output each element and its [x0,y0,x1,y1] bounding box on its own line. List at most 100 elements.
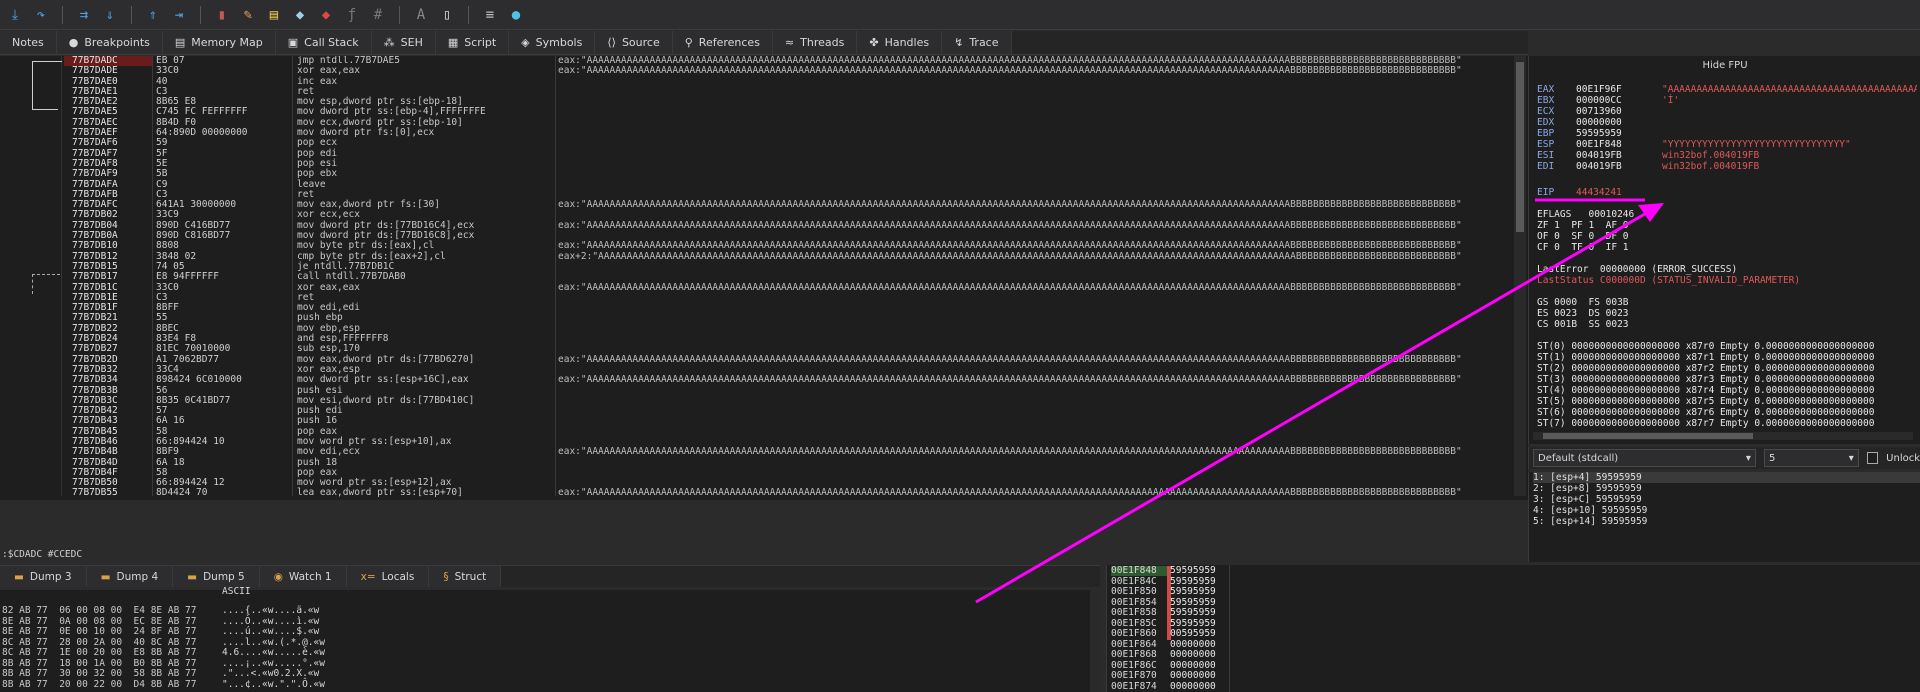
tab-watch-1[interactable]: ◉ Watch 1 [259,566,347,587]
watch-icon: ◉ [273,570,283,583]
tab-label: Dump 3 [29,570,72,583]
info-line: :$CDADC #CCEDC [2,549,83,560]
tab-label: Memory Map [191,36,263,49]
main-tabs: Notes ● Breakpoints ▤ Memory Map ▣ Call Stack ⁂… [0,31,1528,55]
arg-count-spinner[interactable]: 5 ▾ [1763,449,1859,467]
dump-vertical-scrollbar[interactable] [1090,590,1100,692]
document-icon[interactable]: ▯ [438,6,456,24]
stack-argument-row[interactable]: 2: [esp+8] 59595959 [1533,483,1920,494]
tab-breakpoints[interactable]: ● Breakpoints [56,31,163,54]
tab-script[interactable]: ▦ Script [435,31,510,54]
eflags-block[interactable]: EFLAGS 00010246 ZF 1 PF 1 AF 0 OF 0 SF 0… [1537,209,1634,253]
stack-view[interactable]: 00E1F848 00E1F84C 00E1F850 00E1F854 00E1… [1106,565,1920,692]
tab-threads[interactable]: ≈ Threads [772,31,858,54]
bookmark-icon[interactable]: ◆ [317,6,335,24]
tab-label: SEH [400,36,423,49]
fpu-registers[interactable]: ST(0) 0000000000000000000 x87r0 Empty 0.… [1537,341,1920,429]
tab-dump-5[interactable]: ▬ Dump 5 [173,566,260,587]
unlock-label: Unlock [1886,452,1920,464]
tab-label: Notes [12,36,44,49]
execute-till-return-icon[interactable]: ⇑ [144,6,162,24]
disasm-bytes-column[interactable]: EB 07 33C0 40 C3 8B65 E8 C745 FC FEFFFFF… [156,56,248,499]
seh-icon: ⁂ [383,36,395,49]
disasm-vertical-scrollbar[interactable] [1514,56,1526,496]
tab-label: Handles [884,36,930,49]
step-into-icon[interactable]: ⤓ [6,6,24,24]
globe-icon[interactable]: ● [507,6,525,24]
tab-struct[interactable]: § Struct [429,566,502,587]
chevron-down-icon: ▾ [1848,452,1854,464]
hash-icon[interactable]: # [369,6,387,24]
scrollbar-thumb[interactable] [1516,62,1524,232]
threads-icon: ≈ [784,36,795,49]
jump-arrow-line [32,109,58,110]
stack-argument-row[interactable]: 5: [esp+14] 59595959 [1533,516,1920,527]
symbols-icon: ◈ [521,36,530,49]
scylla-icon[interactable]: ▮ [213,6,231,24]
run-to-user-code-icon[interactable]: ⇥ [170,6,188,24]
tab-handles[interactable]: ✤ Handles [857,31,943,54]
column-separator [292,56,293,496]
function-icon[interactable]: ƒ [343,6,361,24]
disasm-instruction-column[interactable]: jmp ntdll.77B7DAE5 xor eax,eax inc eax r… [297,56,486,499]
toolbar-separator [468,5,469,24]
toolbar-separator [399,5,400,24]
tab-dump-4[interactable]: ▬ Dump 4 [86,566,174,587]
dump-tabs: ▬ Dump 3 ▬ Dump 4 ▬ Dump 5 ◉ Watch 1 x= Locals § St… [0,565,1100,587]
stack-arguments-list[interactable]: 1: [esp+4] 59595959 2: [esp+8] 59595959 3:… [1528,472,1920,562]
tab-source[interactable]: ⟨⟩ Source [595,31,673,54]
registers-panel[interactable]: Hide FPU EAX EBX ECX EDX EBP ESP ESI EDI… [1528,56,1920,444]
unlock-checkbox[interactable] [1866,452,1879,464]
comment-icon[interactable]: ▤ [265,6,283,24]
stack-value-column[interactable]: 59595959 59595959 59595959 59595959 5959… [1170,565,1216,692]
tab-label: Threads [800,36,845,49]
tab-label: Script [464,36,497,49]
eip-register-value[interactable]: 44434241 [1576,187,1622,198]
gp-register-names: EAX EBX ECX EDX EBP ESP ESI EDI [1537,84,1555,172]
disasm-address-column[interactable]: 77B7DADC 77B7DADE 77B7DAE0 77B7DAE1 77B7… [72,56,118,499]
call-convention-select[interactable]: Default (stdcall) ▾ [1533,449,1756,467]
scrollbar-thumb[interactable] [1543,433,1753,439]
dump-view[interactable]: ASCII 82 AB 77 06 00 08 00 E4 8E AB 77 8… [0,586,1100,692]
stack-argument-row[interactable]: 3: [esp+C] 59595959 [1533,494,1920,505]
references-icon: ⚲ [684,36,693,49]
disasm-comment-column[interactable]: eax:"AAAAAAAAAAAAAAAAAAAAAAAAAAAAAAAAAAA… [558,56,1508,499]
ascii-header: ASCII [222,586,251,597]
tab-seh[interactable]: ⁂ SEH [371,31,436,54]
trace-over-icon[interactable]: ⇓ [101,6,119,24]
hide-fpu-button[interactable]: Hide FPU [1529,60,1920,71]
tab-references[interactable]: ⚲ References [672,31,773,54]
tab-memory-map[interactable]: ▤ Memory Map [162,31,276,54]
dump-hex-column[interactable]: 82 AB 77 06 00 08 00 E4 8E AB 77 8E AB 7… [2,605,196,690]
locals-icon: x= [360,570,376,583]
stack-argument-row[interactable]: 4: [esp+10] 59595959 [1533,505,1920,516]
dump-ascii-column[interactable]: ....{..«w....ä.«w ....Ò..«w....ì.«w ....… [222,605,325,690]
tab-locals[interactable]: x= Locals [346,566,430,587]
tab-call-stack[interactable]: ▣ Call Stack [275,31,372,54]
column-separator [152,56,153,496]
segment-registers[interactable]: GS 0000 FS 003B ES 0023 DS 0023 CS 001B … [1537,297,1629,330]
patch-icon[interactable]: ✎ [239,6,257,24]
trace-into-icon[interactable]: ⇉ [75,6,93,24]
disassembly-view[interactable]: 77B7DADC 77B7DADE 77B7DAE0 77B7DAE1 77B7… [0,56,1528,500]
call-convention-bar: Default (stdcall) ▾ 5 ▾ Unlock [1528,447,1920,469]
tab-notes[interactable]: Notes [0,31,57,54]
breakpoint-icon: ● [68,36,79,49]
tab-trace[interactable]: ↯ Trace [942,31,1012,54]
tab-dump-3[interactable]: ▬ Dump 3 [0,566,87,587]
struct-icon: § [443,570,449,583]
toolbar-separator [131,5,132,24]
call-convention-value: Default (stdcall) [1538,452,1619,464]
tab-label: Source [621,36,660,49]
branch-gutter [0,56,62,496]
stack-address-column[interactable]: 00E1F848 00E1F84C 00E1F850 00E1F854 00E1… [1111,565,1157,692]
stack-argument-row[interactable]: 1: [esp+4] 59595959 [1533,472,1920,483]
registers-horizontal-scrollbar[interactable] [1533,432,1913,440]
gp-register-values[interactable]: 00E1F96F 000000CC 00713960 00000000 5959… [1576,84,1622,172]
text-icon[interactable]: A [412,6,430,24]
tab-symbols[interactable]: ◈ Symbols [509,31,596,54]
gp-register-strings: "AAAAAAAAAAAAAAAAAAAAAAAAAAAAAAAAAAAAAAA… [1662,84,1917,172]
list-icon[interactable]: ≡ [481,6,499,24]
label-icon[interactable]: ◆ [291,6,309,24]
step-over-icon[interactable]: ↷ [32,6,50,24]
